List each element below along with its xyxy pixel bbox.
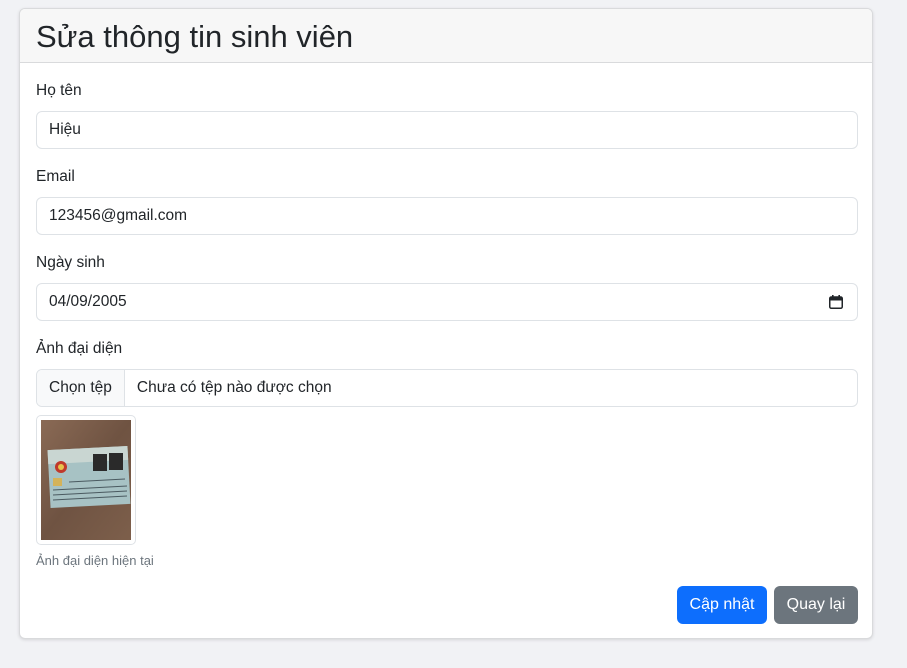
update-button[interactable]: Cập nhật — [677, 586, 767, 624]
choose-file-button[interactable]: Chọn tệp — [37, 370, 125, 406]
email-label: Email — [36, 168, 75, 185]
current-avatar-image — [36, 415, 136, 545]
name-label: Họ tên — [36, 82, 82, 99]
avatar-file-input[interactable]: Chọn tệp Chưa có tệp nào được chọn — [36, 369, 858, 407]
edit-student-card: Sửa thông tin sinh viên Họ tên Hiệu Emai… — [19, 8, 873, 639]
dob-label: Ngày sinh — [36, 254, 105, 271]
dob-input-value: 04/09/2005 — [49, 293, 127, 310]
card-header: Sửa thông tin sinh viên — [20, 9, 872, 63]
name-input-value: Hiệu — [49, 121, 81, 138]
email-input-value: 123456@gmail.com — [49, 207, 188, 224]
page-title: Sửa thông tin sinh viên — [36, 18, 354, 54]
dob-input[interactable]: 04/09/2005 — [36, 283, 858, 321]
email-input[interactable]: 123456@gmail.com — [36, 197, 858, 235]
file-status-text: Chưa có tệp nào được chọn — [136, 379, 332, 396]
name-input[interactable]: Hiệu — [36, 111, 858, 149]
calendar-icon[interactable] — [829, 295, 843, 309]
back-button[interactable]: Quay lại — [774, 586, 858, 624]
avatar-label: Ảnh đại diện — [36, 340, 123, 357]
avatar-caption: Ảnh đại diện hiện tại — [36, 553, 154, 568]
